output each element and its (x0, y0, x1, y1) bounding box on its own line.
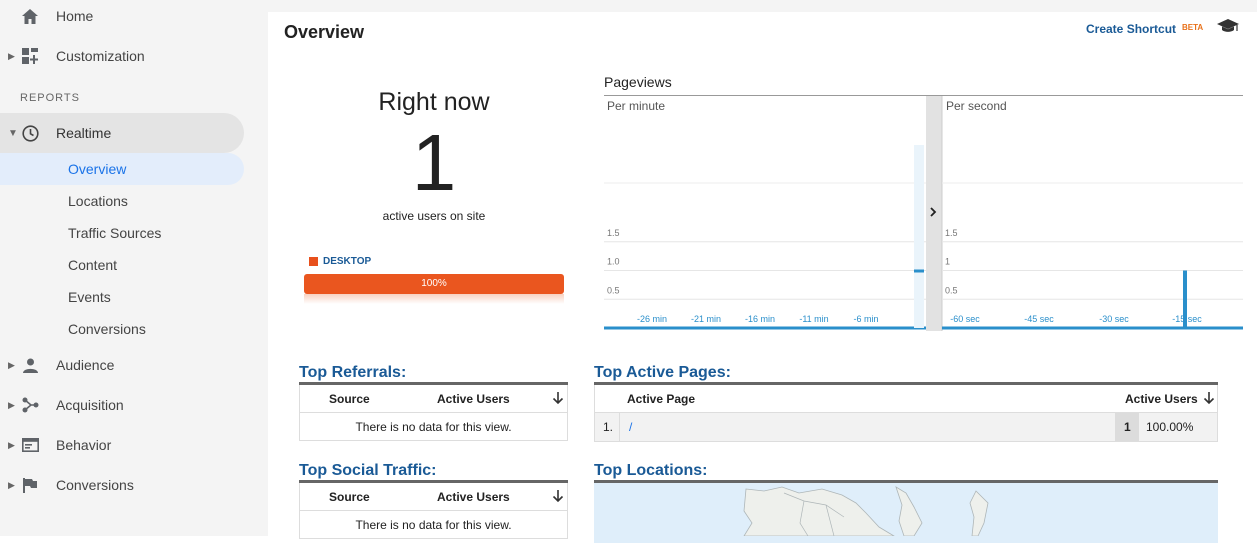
sort-down-icon[interactable] (1203, 391, 1215, 405)
nav-realtime-label: Realtime (56, 125, 112, 141)
top-pages-title: Top Active Pages: (594, 364, 731, 381)
desktop-percent-label: 100% (421, 278, 447, 289)
col-active-page[interactable]: Active Page (627, 392, 695, 406)
x-tick-label: -45 sec (1024, 314, 1054, 324)
top-referrals-title: Top Referrals: (299, 364, 407, 381)
nav-behavior-label: Behavior (56, 437, 112, 453)
nav-behavior[interactable]: ▶ Behavior (0, 425, 244, 465)
x-tick-label: -26 min (637, 314, 667, 324)
home-icon (21, 7, 39, 25)
nav-realtime[interactable]: ▼ Realtime (0, 113, 244, 153)
locations-map[interactable] (594, 483, 1218, 543)
x-tick-label: -15 sec (1172, 314, 1202, 324)
sort-down-icon[interactable] (552, 489, 564, 503)
col-active-users[interactable]: Active Users (1125, 392, 1198, 406)
top-pages-table: Active Page Active Users 1. / 1 100.00% (594, 382, 1218, 442)
y-tick-label: 1.5 (607, 228, 620, 238)
nav-home-label: Home (56, 8, 94, 24)
dashboard-icon (21, 47, 39, 65)
y-tick-label: 1.5 (945, 228, 958, 238)
acquisition-icon (21, 396, 39, 414)
expand-arrow-icon[interactable]: ▶ (8, 51, 15, 62)
reports-header: REPORTS (20, 92, 80, 104)
table-header: Source Active Users (299, 385, 568, 413)
nav-home[interactable]: Home (0, 0, 244, 36)
expand-arrow-icon[interactable]: ▶ (8, 440, 15, 451)
x-tick-label: -60 sec (950, 314, 980, 324)
bar-shadow (304, 294, 564, 304)
chart-bar (914, 269, 924, 273)
desktop-legend-swatch (309, 257, 318, 266)
nav-acquisition[interactable]: ▶ Acquisition (0, 385, 244, 425)
nav-conversions-label: Conversions (56, 477, 134, 493)
top-strip (268, 0, 1257, 12)
flag-icon (21, 476, 39, 494)
collapse-arrow-icon[interactable]: ▼ (8, 128, 18, 139)
sort-down-icon[interactable] (552, 391, 564, 405)
active-users-sublabel: active users on site (382, 209, 486, 223)
beta-badge: BETA (1182, 23, 1204, 32)
nav-audience[interactable]: ▶ Audience (0, 345, 244, 385)
row-users: 1 (1124, 420, 1131, 434)
desktop-legend-label: DESKTOP (323, 256, 372, 267)
x-tick-label: -21 min (691, 314, 721, 324)
row-rank: 1. (603, 420, 614, 434)
col-active-users[interactable]: Active Users (437, 490, 510, 504)
top-referrals-table: Source Active Users There is no data for… (299, 382, 568, 441)
graduation-cap-icon[interactable] (1216, 18, 1240, 34)
map-outline (743, 486, 989, 537)
sub-content[interactable]: Content (68, 249, 117, 281)
row-percent: 100.00% (1146, 420, 1194, 434)
page-title: Overview (284, 22, 365, 42)
nav-acquisition-label: Acquisition (56, 397, 124, 413)
sub-events[interactable]: Events (68, 281, 111, 313)
sub-conversions[interactable]: Conversions (68, 313, 146, 345)
per-minute-label: Per minute (607, 99, 665, 113)
col-source[interactable]: Source (329, 392, 370, 406)
table-header: Active Page Active Users (594, 385, 1218, 413)
create-shortcut-link[interactable]: Create Shortcut (1086, 22, 1176, 36)
sidebar: Home ▶ Customization REPORTS ▼ Realtime … (0, 0, 268, 536)
top-social-table: Source Active Users There is no data for… (299, 480, 568, 539)
expand-arrow-icon[interactable]: ▶ (8, 360, 15, 371)
pageviews-chart: Per minute Per second 0.5 1.0 1.5 -26 min -2… (604, 95, 1243, 331)
table-row: There is no data for this view. (299, 511, 568, 539)
behavior-icon (21, 436, 39, 454)
sub-overview[interactable]: Overview (68, 153, 126, 185)
nav-audience-label: Audience (56, 357, 115, 373)
per-second-label: Per second (946, 99, 1007, 113)
expand-arrow-icon[interactable]: ▶ (8, 480, 15, 491)
nav-customization[interactable]: ▶ Customization (0, 36, 244, 76)
table-header: Source Active Users (299, 483, 568, 511)
sub-traffic-sources[interactable]: Traffic Sources (68, 217, 161, 249)
chart-bar (1183, 270, 1187, 328)
table-row: 1. / 1 100.00% (594, 413, 1218, 442)
col-source[interactable]: Source (329, 490, 370, 504)
x-tick-label: -16 min (745, 314, 775, 324)
empty-message: There is no data for this view. (355, 518, 512, 532)
right-now-label: Right now (378, 88, 490, 116)
x-tick-label: -6 min (853, 314, 878, 324)
expand-arrow-icon[interactable]: ▶ (8, 400, 15, 411)
y-tick-label: 1 (945, 257, 950, 267)
x-tick-label: -30 sec (1099, 314, 1129, 324)
top-locations-title: Top Locations: (594, 462, 708, 479)
row-page-link[interactable]: / (629, 420, 632, 434)
table-row: There is no data for this view. (299, 413, 568, 441)
pageviews-title: Pageviews (604, 74, 672, 90)
person-icon (21, 356, 39, 374)
active-users-count: 1 (411, 118, 457, 207)
y-tick-label: 0.5 (607, 285, 620, 295)
top-social-title: Top Social Traffic: (299, 462, 437, 479)
nav-conversions[interactable]: ▶ Conversions (0, 465, 244, 505)
y-tick-label: 0.5 (945, 285, 958, 295)
col-active-users[interactable]: Active Users (437, 392, 510, 406)
x-tick-label: -11 min (799, 314, 828, 324)
desktop-percent-bar: 100% (304, 274, 564, 294)
clock-icon (21, 124, 39, 142)
sub-locations[interactable]: Locations (68, 185, 128, 217)
empty-message: There is no data for this view. (355, 420, 512, 434)
y-tick-label: 1.0 (607, 257, 620, 267)
nav-customization-label: Customization (56, 48, 145, 64)
